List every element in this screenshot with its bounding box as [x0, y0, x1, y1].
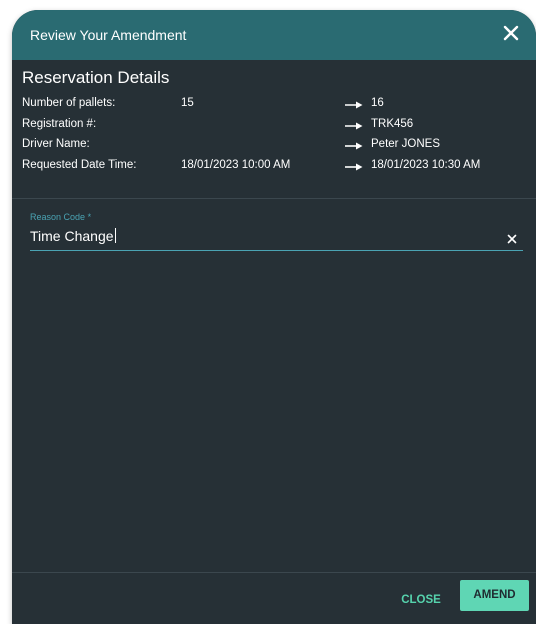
row-new-value: 18/01/2023 10:30 AM — [371, 159, 481, 171]
row-label: Driver Name: — [22, 138, 90, 150]
detail-row-driver: Driver Name: Peter JONES — [22, 138, 522, 154]
section-divider — [12, 198, 536, 199]
clear-icon[interactable] — [507, 234, 517, 244]
arrow-right-icon — [345, 142, 363, 150]
dialog-header: Review Your Amendment — [12, 10, 536, 60]
row-label: Number of pallets: — [22, 97, 116, 109]
dialog-title: Review Your Amendment — [30, 27, 187, 43]
row-old-value: 15 — [181, 97, 194, 109]
row-new-value: Peter JONES — [371, 138, 441, 150]
detail-row-pallets: Number of pallets: 15 16 — [22, 97, 522, 113]
footer-divider — [12, 572, 536, 573]
arrow-right-icon — [345, 163, 363, 171]
row-old-value: 18/01/2023 10:00 AM — [181, 159, 291, 171]
required-mark: * — [87, 212, 92, 222]
detail-row-registration: Registration #: TRK456 — [22, 118, 522, 134]
arrow-right-icon — [345, 101, 363, 109]
reason-code-input[interactable]: Time Change — [30, 228, 490, 244]
row-new-value: 16 — [371, 97, 384, 109]
amendment-dialog: Review Your Amendment Reservation Detail… — [12, 10, 536, 624]
arrow-right-icon — [345, 122, 363, 130]
reason-code-field[interactable]: Reason Code * Time Change — [30, 212, 523, 252]
row-label: Requested Date Time: — [22, 159, 137, 171]
section-heading: Reservation Details — [22, 68, 170, 87]
row-new-value: TRK456 — [371, 118, 414, 130]
text-caret — [114, 228, 116, 243]
row-label: Registration #: — [22, 118, 97, 130]
close-button[interactable]: CLOSE — [388, 588, 454, 612]
close-icon[interactable] — [502, 24, 520, 42]
field-underline — [30, 250, 523, 251]
reason-code-label: Reason Code * — [30, 212, 92, 222]
detail-row-datetime: Requested Date Time: 18/01/2023 10:00 AM… — [22, 159, 522, 175]
amend-button[interactable]: AMEND — [460, 580, 529, 611]
